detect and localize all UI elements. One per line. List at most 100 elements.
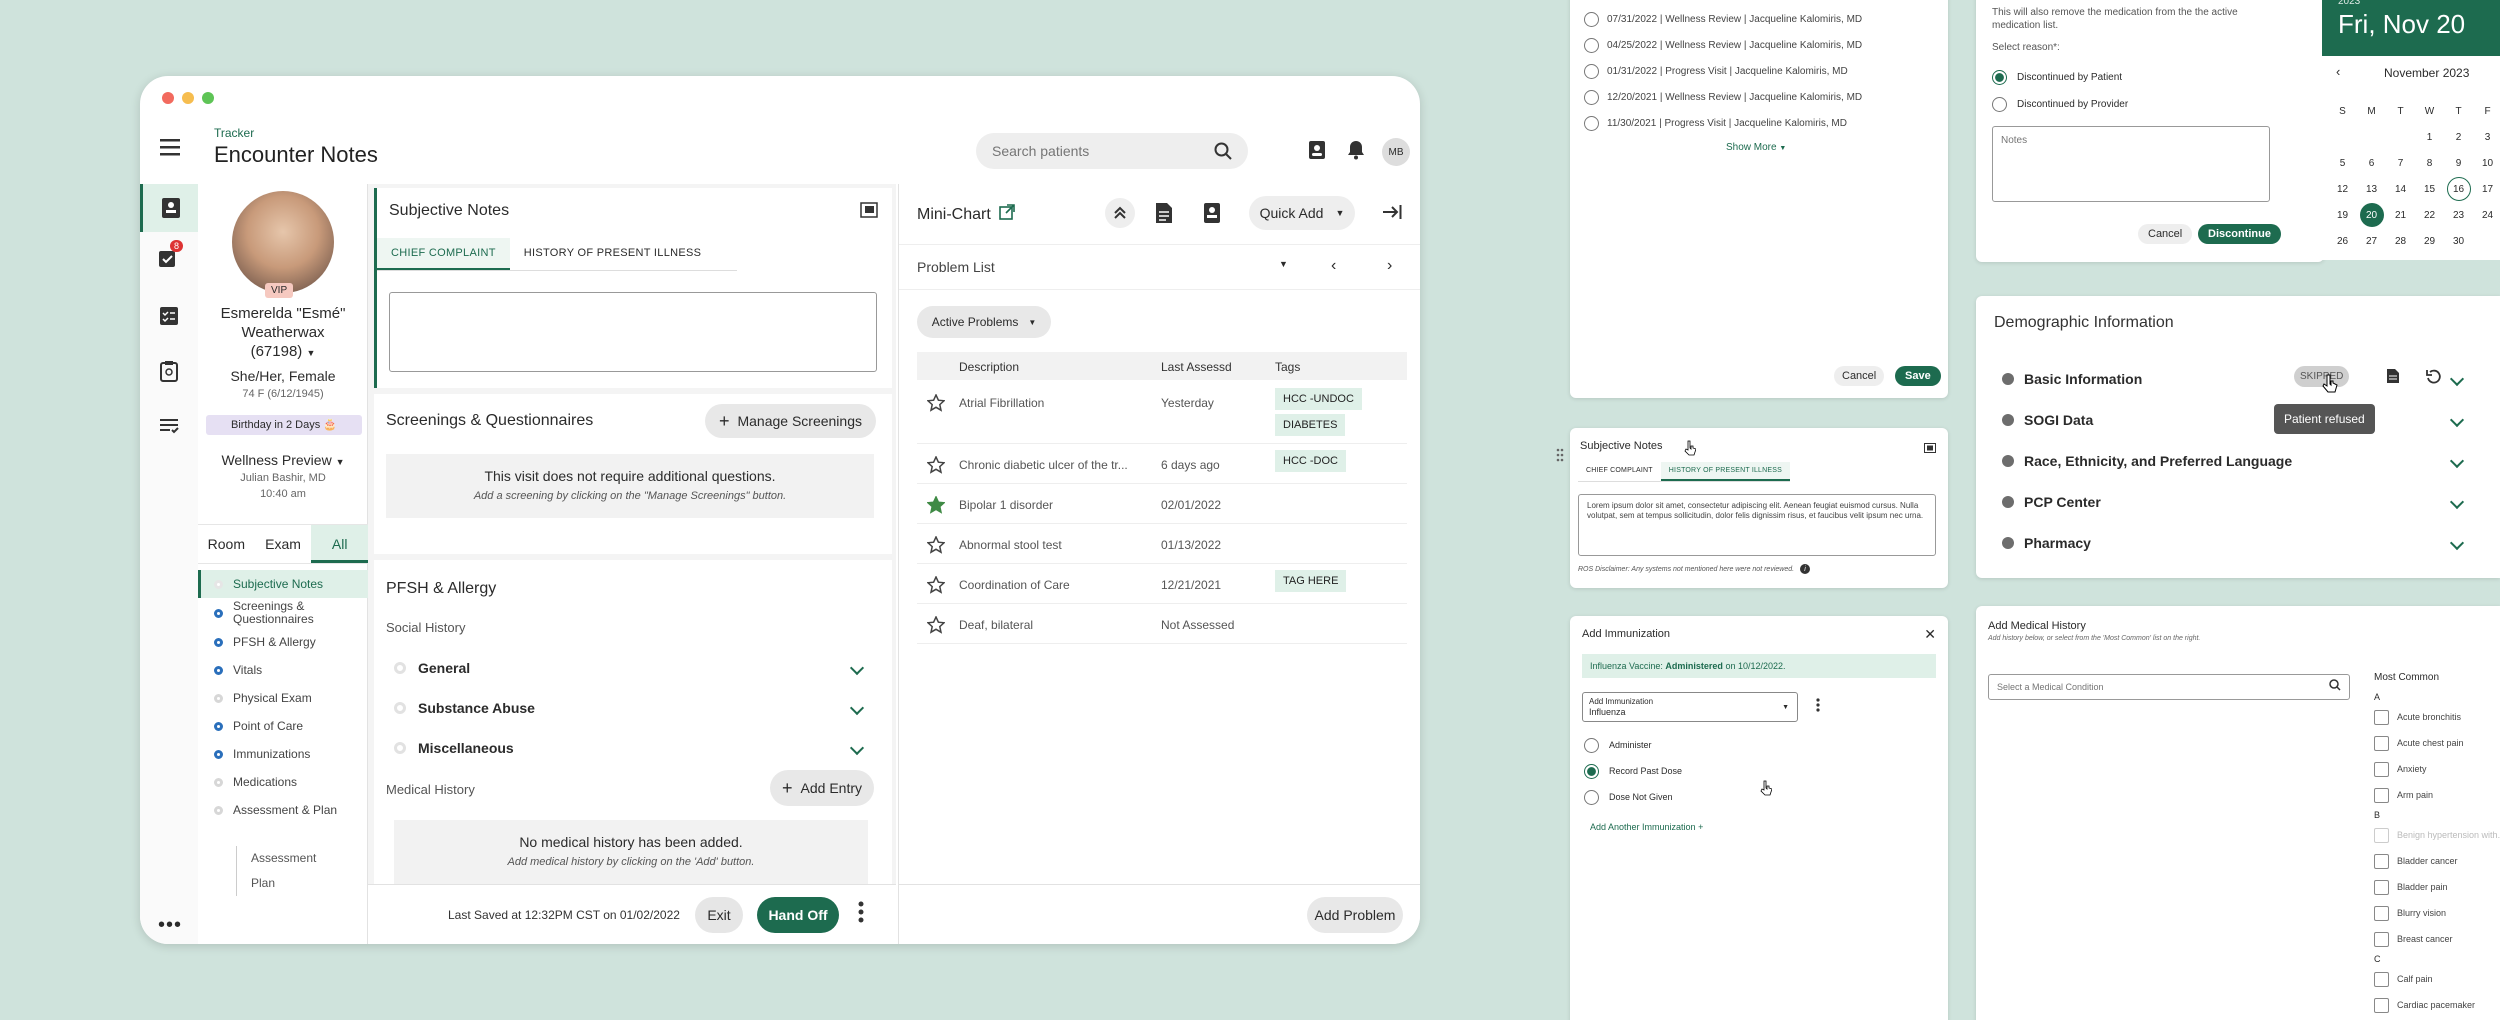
tab-all[interactable]: All [311, 525, 369, 563]
calendar-day[interactable]: 15 [2415, 176, 2444, 202]
checkbox[interactable] [2374, 879, 2389, 895]
demographic-row[interactable]: Race, Ethnicity, and Preferred Language [2002, 440, 2500, 481]
calendar-day[interactable] [2328, 124, 2357, 150]
condition-checkbox[interactable]: Acute bronchitis [2374, 704, 2500, 730]
social-history-row[interactable]: General [394, 648, 874, 688]
open-external-icon[interactable] [998, 204, 1015, 225]
problem-tag[interactable]: DIABETES [1275, 414, 1346, 436]
visit-type-dropdown[interactable]: Wellness Preview ▼ [198, 452, 368, 468]
checkbox[interactable] [2374, 761, 2389, 777]
info-icon[interactable]: i [1800, 564, 1811, 574]
radio-unselected[interactable] [1584, 63, 1599, 79]
past-visit-option[interactable]: 11/30/2021 | Progress Visit | Jacqueline… [1584, 110, 1862, 136]
nav-item[interactable]: Subjective Notes [198, 570, 368, 598]
nav-item[interactable]: Immunizations [198, 740, 368, 768]
next-arrow-icon[interactable]: › [1387, 257, 1392, 275]
star-outline-icon[interactable] [926, 615, 946, 637]
immunization-option[interactable]: Record Past Dose [1584, 758, 1682, 784]
calendar-day[interactable]: 16 [2446, 177, 2471, 201]
drag-handle-icon[interactable] [1556, 448, 1564, 467]
problem-tag[interactable]: TAG HERE [1275, 570, 1347, 592]
calendar-day[interactable] [2386, 124, 2415, 150]
calendar-day[interactable]: 14 [2386, 176, 2415, 202]
star-outline-icon[interactable] [926, 393, 946, 415]
immunization-option[interactable]: Administer [1584, 732, 1682, 758]
demographic-row[interactable]: SOGI Data [2002, 399, 2500, 440]
calendar-day[interactable]: 23 [2444, 202, 2473, 228]
search-icon[interactable] [2329, 678, 2341, 696]
past-visit-option[interactable]: 01/31/2022 | Progress Visit | Jacqueline… [1584, 58, 1862, 84]
quick-add-button[interactable]: Quick Add ▼ [1249, 196, 1355, 230]
tab-room[interactable]: Room [198, 525, 255, 563]
rail-checklist-icon[interactable] [159, 306, 179, 331]
add-entry-button[interactable]: + Add Entry [770, 770, 874, 806]
checkbox[interactable] [2374, 997, 2389, 1013]
past-visit-option[interactable]: 07/31/2022 | Wellness Review | Jacquelin… [1584, 6, 1862, 32]
add-problem-button[interactable]: Add Problem [1307, 897, 1403, 933]
calendar-day[interactable]: 21 [2386, 202, 2415, 228]
user-avatar[interactable]: MB [1382, 138, 1410, 166]
nav-item[interactable]: Screenings & Questionnaires [198, 598, 368, 628]
radio-unselected[interactable] [1992, 97, 2007, 112]
rail-notes-icon[interactable] [159, 418, 179, 439]
chevron-down-icon[interactable] [2449, 371, 2465, 386]
problem-row[interactable]: Deaf, bilateral Not Assessed [917, 604, 1407, 644]
radio-unselected[interactable] [1584, 737, 1599, 753]
condition-checkbox[interactable]: Calf pain [2374, 966, 2500, 992]
chevron-down-icon[interactable] [849, 660, 865, 676]
condition-checkbox[interactable]: Benign hypertension with... [2374, 822, 2500, 848]
problem-row[interactable]: Chronic diabetic ulcer of the tr... 6 day… [917, 444, 1407, 484]
checkbox[interactable] [2374, 709, 2389, 725]
prev-arrow-icon[interactable]: ‹ [1331, 257, 1336, 275]
checkbox[interactable] [2374, 787, 2389, 803]
calendar-day[interactable] [2473, 228, 2500, 254]
calendar-day[interactable]: 6 [2357, 150, 2386, 176]
calendar-day[interactable]: 29 [2415, 228, 2444, 254]
star-filled-icon[interactable] [926, 495, 946, 517]
tab-exam[interactable]: Exam [255, 525, 312, 563]
collapse-panel-icon[interactable] [1382, 204, 1402, 225]
manage-screenings-button[interactable]: + Manage Screenings [704, 404, 876, 438]
checkbox[interactable] [2374, 827, 2389, 843]
patient-id-dropdown[interactable]: (67198) ▼ [198, 342, 368, 363]
prev-month-icon[interactable]: ‹ [2336, 64, 2340, 79]
condition-checkbox[interactable]: Blurry vision [2374, 900, 2500, 926]
radio-selected[interactable] [1992, 70, 2007, 85]
hpi-textarea[interactable]: Lorem ipsum dolor sit amet, consectetur … [1578, 494, 1936, 556]
checkbox[interactable] [2374, 905, 2389, 921]
nav-item[interactable]: Vitals [198, 656, 368, 684]
problem-row[interactable]: Atrial Fibrillation Yesterday HCC -UNDOC DI… [917, 382, 1407, 444]
calendar-day[interactable]: 12 [2328, 176, 2357, 202]
calendar-day[interactable]: 28 [2386, 228, 2415, 254]
exit-button[interactable]: Exit [695, 896, 743, 933]
calendar-day[interactable]: 3 [2473, 124, 2500, 150]
condition-checkbox[interactable]: Arm pain [2374, 782, 2500, 808]
condition-checkbox[interactable]: Bladder cancer [2374, 848, 2500, 874]
search-icon[interactable] [1214, 142, 1232, 160]
calendar-day[interactable]: 26 [2328, 228, 2357, 254]
chevron-down-icon[interactable] [2449, 453, 2465, 468]
chevron-down-icon[interactable] [2449, 494, 2465, 509]
checkbox[interactable] [2374, 931, 2389, 947]
medhist-search[interactable] [1988, 674, 2350, 700]
medhist-search-input[interactable] [1997, 682, 2297, 692]
hand-off-button[interactable]: Hand Off [757, 896, 839, 933]
search-input[interactable] [992, 143, 1192, 159]
problem-row[interactable]: Bipolar 1 disorder 02/01/2022 [917, 484, 1407, 524]
rail-encounter-icon[interactable] [140, 184, 198, 232]
minimize-window-button[interactable] [182, 92, 194, 104]
star-outline-icon[interactable] [926, 455, 946, 477]
nav-item[interactable]: Physical Exam [198, 684, 368, 712]
reason-option-patient[interactable]: Discontinued by Patient [1992, 70, 2122, 85]
radio-unselected[interactable] [1584, 89, 1599, 105]
problem-tag[interactable]: HCC -UNDOC [1275, 388, 1362, 410]
document-icon[interactable] [2386, 368, 2400, 389]
demographic-row[interactable]: Pharmacy [2002, 522, 2500, 563]
discontinue-cancel-button[interactable]: Cancel [2138, 224, 2193, 244]
problem-row[interactable]: Abnormal stool test 01/13/2022 [917, 524, 1407, 564]
nav-item[interactable]: PFSH & Allergy [198, 628, 368, 656]
calendar-day[interactable]: 13 [2357, 176, 2386, 202]
star-outline-icon[interactable] [926, 575, 946, 597]
calendar-day[interactable]: 10 [2473, 150, 2500, 176]
nav-sub-plan[interactable]: Plan [251, 871, 316, 896]
